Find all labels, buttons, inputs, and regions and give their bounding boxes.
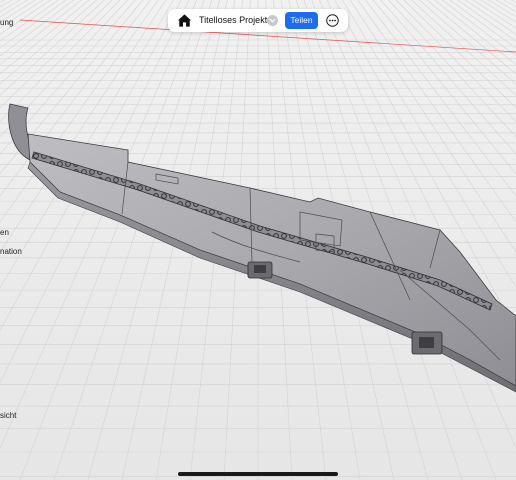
share-button[interactable]: Teilen	[285, 12, 318, 29]
project-toolbar: Titelloses Projekt Teilen	[168, 9, 348, 32]
home-indicator[interactable]	[178, 472, 338, 476]
mount-bracket-left[interactable]	[247, 261, 273, 279]
3d-viewport[interactable]	[0, 0, 516, 480]
home-icon[interactable]	[177, 13, 192, 28]
chevron-down-icon[interactable]	[267, 15, 278, 26]
project-title[interactable]: Titelloses Projekt	[199, 15, 267, 25]
mount-bracket-right[interactable]	[411, 331, 443, 355]
grabber-icon[interactable]	[254, 3, 264, 16]
side-label-4[interactable]: sicht	[0, 411, 16, 420]
side-label-3[interactable]: nation	[0, 247, 22, 256]
more-icon[interactable]	[326, 14, 339, 27]
side-label-2[interactable]: en	[0, 228, 9, 237]
side-label-1[interactable]: ung	[0, 18, 13, 27]
